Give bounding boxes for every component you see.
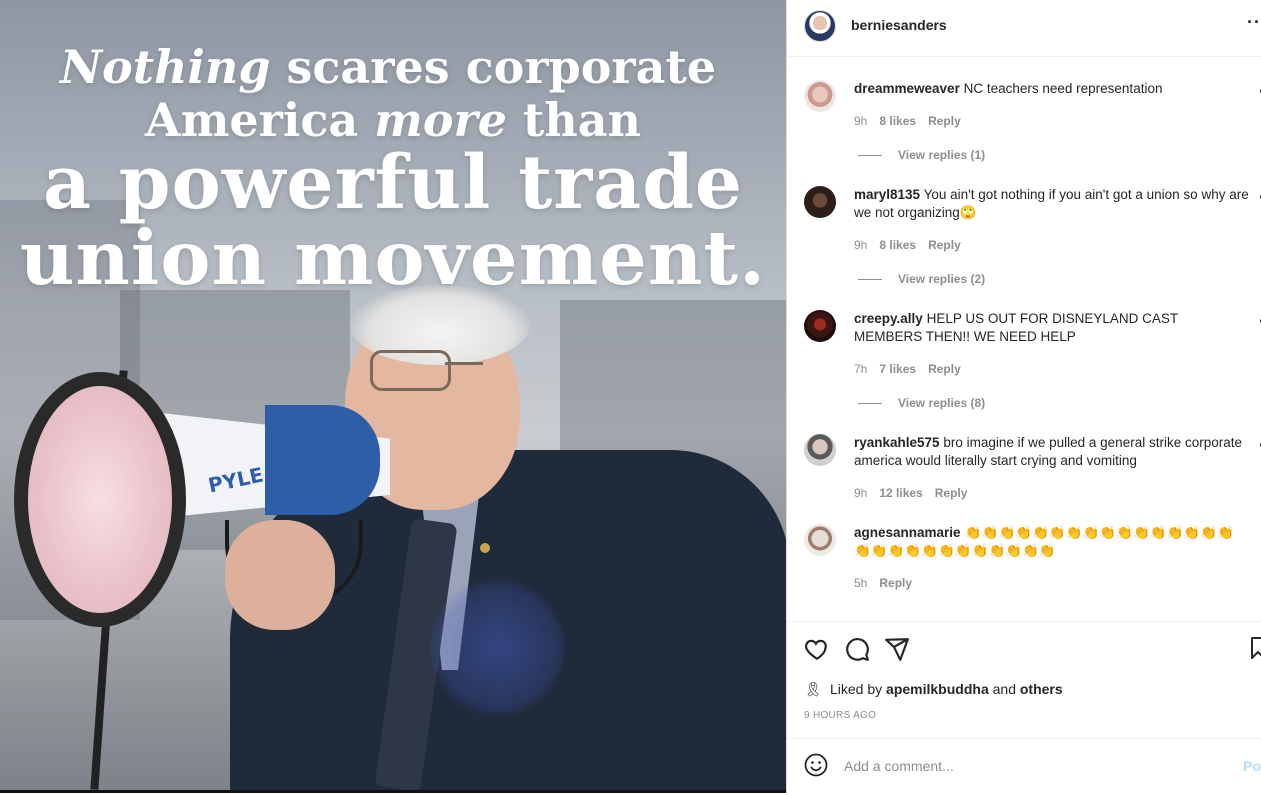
comment-likes[interactable]: 12 likes: [879, 486, 922, 500]
comment-username[interactable]: creepy.ally: [854, 311, 923, 326]
comment-text: dreammeweaver NC teachers need represent…: [854, 81, 1163, 96]
view-replies-button[interactable]: View replies (2): [858, 272, 985, 286]
comment-time[interactable]: 9h: [854, 114, 867, 128]
megaphone-bell: [14, 372, 186, 627]
comment-time[interactable]: 5h: [854, 576, 867, 590]
lapel-pin: [480, 543, 490, 553]
commenter-avatar[interactable]: [804, 186, 836, 218]
liked-by-user[interactable]: apemilkbuddha: [886, 681, 989, 697]
comment-text: agnesannamarie 👏👏👏👏👏👏👏👏👏👏👏👏👏👏👏👏👏👏👏👏👏👏👏👏👏…: [854, 525, 1234, 559]
comments-list[interactable]: dreammeweaver NC teachers need represent…: [787, 57, 1261, 621]
commenter-avatar[interactable]: [804, 80, 836, 112]
comment-username[interactable]: agnesannamarie: [854, 525, 961, 540]
post-comment-button[interactable]: Pos: [1243, 758, 1261, 774]
post-image[interactable]: Nothing scares corporate America more th…: [0, 0, 786, 790]
comment-meta: 7h 7 likes Reply: [854, 362, 973, 376]
post-side-panel: berniesanders ·· dreammeweaver NC teache…: [786, 0, 1261, 793]
share-send-icon[interactable]: [884, 636, 910, 662]
liked-by-others[interactable]: others: [1020, 681, 1063, 697]
comment-time[interactable]: 7h: [854, 362, 867, 376]
like-heart-icon[interactable]: [804, 636, 830, 662]
add-comment-bar: Add a comment... Pos: [787, 738, 1261, 795]
post-timestamp[interactable]: 9 HOURS AGO: [804, 710, 876, 721]
view-replies-button[interactable]: View replies (8): [858, 396, 985, 410]
reply-button[interactable]: Reply: [928, 362, 961, 376]
comment-meta: 9h 8 likes Reply: [854, 114, 973, 128]
ribbon-icon: 🎗: [804, 681, 822, 697]
comment-text: creepy.ally HELP US OUT FOR DISNEYLAND C…: [854, 311, 1178, 344]
post-actions: 🎗 Liked by apemilkbuddha and others 9 HOU…: [787, 621, 1261, 794]
glasses: [370, 350, 451, 391]
comment-username[interactable]: ryankahle575: [854, 435, 940, 450]
comment-username[interactable]: maryl8135: [854, 187, 920, 202]
bookmark-icon[interactable]: [1251, 637, 1261, 659]
author-username[interactable]: berniesanders: [851, 17, 947, 33]
emoji-icon[interactable]: [804, 753, 828, 777]
more-options-icon[interactable]: ··: [1247, 12, 1261, 33]
comment-likes[interactable]: 7 likes: [879, 362, 916, 376]
commenter-avatar[interactable]: [804, 310, 836, 342]
comment-bubble-icon[interactable]: [844, 636, 870, 662]
comment-likes[interactable]: 8 likes: [879, 238, 916, 252]
commenter-avatar[interactable]: [804, 524, 836, 556]
comment-input[interactable]: Add a comment...: [844, 758, 954, 774]
comment-text: maryl8135 You ain't got nothing if you a…: [854, 187, 1249, 220]
comment-meta: 9h 12 likes Reply: [854, 486, 979, 500]
comment-meta: 5h Reply: [854, 576, 924, 590]
view-replies-button[interactable]: View replies (1): [858, 148, 985, 162]
liked-by-summary: 🎗 Liked by apemilkbuddha and others: [804, 681, 1063, 697]
comment-time[interactable]: 9h: [854, 486, 867, 500]
comment-text: ryankahle575 bro imagine if we pulled a …: [854, 435, 1242, 468]
headline-line-4: union movement.: [19, 214, 767, 302]
comment-likes[interactable]: 8 likes: [879, 114, 916, 128]
lens-flare: [430, 575, 565, 720]
glasses-arm: [445, 362, 483, 365]
author-avatar[interactable]: [804, 10, 836, 42]
reply-button[interactable]: Reply: [879, 576, 912, 590]
megaphone-band: [265, 405, 380, 515]
comment-meta: 9h 8 likes Reply: [854, 238, 973, 252]
reply-button[interactable]: Reply: [928, 238, 961, 252]
comment-username[interactable]: dreammeweaver: [854, 81, 960, 96]
post-header: berniesanders ··: [787, 0, 1261, 57]
reply-button[interactable]: Reply: [928, 114, 961, 128]
reply-button[interactable]: Reply: [935, 486, 968, 500]
headline-line-1: Nothing scares corporate: [60, 40, 716, 94]
comment-time[interactable]: 9h: [854, 238, 867, 252]
hand: [225, 520, 335, 630]
commenter-avatar[interactable]: [804, 434, 836, 466]
headline-line-2: America more than: [145, 93, 641, 147]
